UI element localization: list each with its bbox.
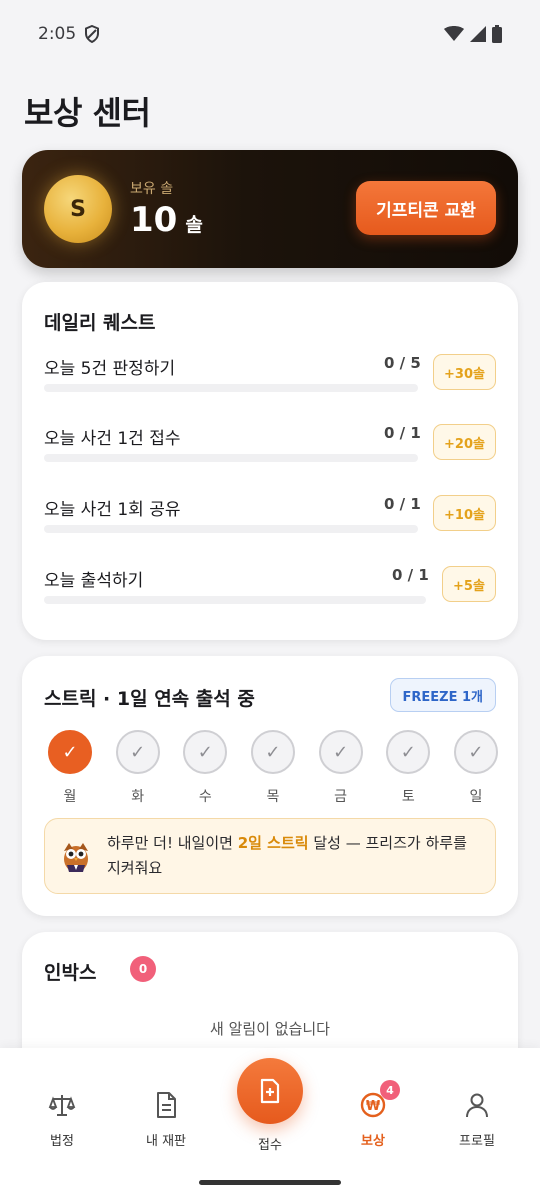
nav-rewards-label: 보상 (361, 1134, 385, 1149)
balance-label: 보유 솔 (130, 181, 174, 197)
quest-name: 오늘 5건 판정하기 (44, 359, 176, 379)
day-label: 월 (63, 789, 77, 805)
quest-progress-bar (44, 384, 418, 392)
reward-coin-icon: ₩ 4 (358, 1080, 400, 1120)
shield-icon (85, 25, 100, 43)
balance-value: 10 솔 (130, 200, 203, 240)
scales-icon (48, 1095, 76, 1116)
inbox-count-badge: 0 (130, 956, 156, 982)
quest-reward-button[interactable]: +10솔 (433, 495, 496, 531)
check-icon: ✓ (386, 730, 431, 774)
streak-day: ✓ 금 (318, 730, 363, 806)
wifi-icon (444, 26, 464, 41)
streak-message: 하루만 더! 내일이면 2일 스트릭 달성 — 프리즈가 하루를 지켜줘요 (44, 818, 496, 894)
check-icon: ✓ (183, 730, 228, 774)
freeze-badge[interactable]: FREEZE 1개 (389, 678, 496, 712)
quest-progress-bar (44, 454, 418, 462)
quest-progress: 0 / 1 (384, 424, 421, 442)
owl-judge-icon (64, 843, 88, 872)
streak-highlight: 2일 스트릭 (237, 834, 309, 852)
nav-submit-label: 접수 (258, 1138, 282, 1153)
balance-unit: 솔 (185, 214, 203, 236)
rewards-badge: 4 (380, 1080, 400, 1100)
add-document-icon (260, 1078, 280, 1104)
day-label: 일 (469, 789, 483, 805)
battery-icon (492, 25, 502, 43)
inbox-empty-text: 새 알림이 없습니다 (210, 1020, 330, 1038)
coin-icon: S (44, 175, 112, 243)
status-bar: 2:05 (0, 0, 540, 68)
quest-progress: 0 / 5 (384, 354, 421, 372)
streak-day: ✓ 토 (386, 730, 431, 806)
quest-progress: 0 / 1 (392, 566, 429, 584)
quest-reward-button[interactable]: +30솔 (433, 354, 496, 390)
streak-card: 스트릭 · 1일 연속 출석 중 FREEZE 1개 ✓ 월 ✓ 화 ✓ 수 ✓ 목 ✓… (22, 656, 518, 916)
streak-days: ✓ 월 ✓ 화 ✓ 수 ✓ 목 ✓ 금 ✓ 토 ✓ 일 (48, 730, 498, 806)
bottom-nav: 법정 내 재판 접수 ₩ 4 보상 프로필 (0, 1048, 540, 1200)
streak-message-text: 하루만 더! 내일이면 2일 스트릭 달성 — 프리즈가 하루를 지켜줘요 (107, 834, 467, 877)
quest-name: 오늘 사건 1건 접수 (44, 429, 181, 449)
streak-day: ✓ 수 (183, 730, 228, 806)
streak-day: ✓ 화 (115, 730, 160, 806)
document-icon (157, 1092, 176, 1118)
check-icon: ✓ (115, 730, 160, 774)
quest-reward-button[interactable]: +5솔 (442, 566, 496, 602)
check-icon: ✓ (453, 730, 498, 774)
day-label: 토 (401, 789, 415, 805)
daily-quest-card: 데일리 퀘스트 오늘 5건 판정하기 0 / 5 +30솔 오늘 사건 1건 접… (22, 282, 518, 640)
check-icon: ✓ (250, 730, 295, 774)
day-label: 화 (131, 789, 145, 805)
quest-name: 오늘 사건 1회 공유 (44, 500, 181, 520)
nav-my-trials-label: 내 재판 (145, 1134, 186, 1149)
day-label: 목 (266, 789, 280, 805)
quest-progress-bar (44, 596, 426, 604)
balance-card: S 보유 솔 10 솔 기프티콘 교환 (22, 150, 518, 268)
check-icon: ✓ (48, 730, 92, 774)
day-label: 수 (198, 789, 212, 805)
balance-amount: 10 (130, 200, 178, 240)
home-indicator[interactable] (199, 1180, 341, 1185)
signal-icon (470, 26, 486, 42)
quest-card-title: 데일리 퀘스트 (44, 312, 156, 334)
streak-title: 스트릭 · 1일 연속 출석 중 (44, 688, 255, 710)
nav-court-label: 법정 (50, 1134, 74, 1149)
nav-rewards[interactable]: ₩ 4 보상 (328, 1080, 418, 1149)
quest-progress: 0 / 1 (384, 495, 421, 513)
nav-court[interactable]: 법정 (17, 1090, 107, 1149)
quest-reward-button[interactable]: +20솔 (433, 424, 496, 460)
streak-day: ✓ 일 (453, 730, 498, 806)
quest-item: 오늘 사건 1건 접수 0 / 1 +20솔 (44, 424, 498, 484)
streak-day: ✓ 목 (250, 730, 295, 806)
quest-item: 오늘 사건 1회 공유 0 / 1 +10솔 (44, 495, 498, 555)
gifticon-exchange-button[interactable]: 기프티콘 교환 (356, 181, 496, 235)
status-time: 2:05 (38, 24, 77, 44)
inbox-title: 인박스 (44, 962, 97, 984)
check-icon: ✓ (318, 730, 363, 774)
quest-item: 오늘 출석하기 0 / 1 +5솔 (44, 566, 498, 626)
day-label: 금 (334, 789, 348, 805)
submit-case-fab[interactable] (237, 1058, 303, 1124)
svg-text:₩: ₩ (366, 1099, 381, 1114)
nav-profile-label: 프로필 (459, 1134, 495, 1149)
quest-progress-bar (44, 525, 418, 533)
streak-day: ✓ 월 (48, 730, 92, 806)
nav-my-trials[interactable]: 내 재판 (121, 1090, 211, 1149)
nav-profile[interactable]: 프로필 (432, 1090, 522, 1149)
quest-item: 오늘 5건 판정하기 0 / 5 +30솔 (44, 354, 498, 414)
person-icon (466, 1093, 488, 1118)
page-title: 보상 센터 (24, 94, 151, 132)
quest-name: 오늘 출석하기 (44, 571, 144, 591)
